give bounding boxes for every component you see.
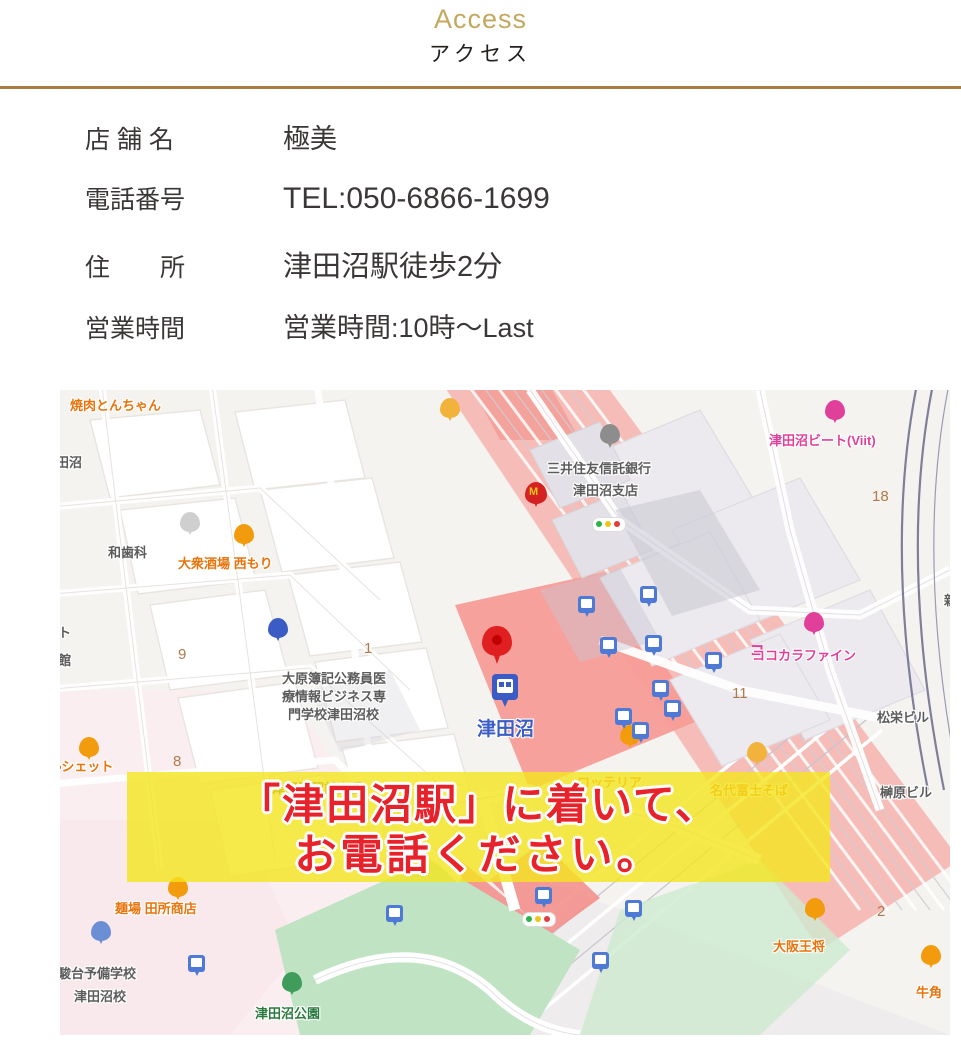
page-title-en: Access <box>433 4 528 34</box>
info-label: 店 舗 名 <box>85 125 174 154</box>
info-value: 津田沼駅徒歩2分 <box>283 250 503 283</box>
info-value-phone[interactable]: TEL:050-6866-1699 <box>283 182 550 216</box>
info-row-address: 住 所 津田沼駅徒歩2分 <box>85 243 961 285</box>
info-row-phone: 電話番号 TEL:050-6866-1699 <box>85 180 961 222</box>
page-header: Access アクセス <box>0 0 961 71</box>
map-canvas <box>60 390 950 1035</box>
location-map[interactable]: M ⊐ 焼肉とんちゃん 田沼 和歯科 大衆酒場 西もりト館 9 大原簿記公務員医 療情報ビジ… <box>60 390 950 1035</box>
info-row-shop-name: 店 舗 名 極美 <box>85 117 961 159</box>
header-divider <box>0 85 961 89</box>
info-label: 住 所 <box>85 253 186 282</box>
info-row-hours: 営業時間 営業時間:10時〜Last <box>85 306 961 348</box>
info-label: 営業時間 <box>85 314 186 343</box>
info-label: 電話番号 <box>85 185 186 214</box>
info-value: 営業時間:10時〜Last <box>283 312 534 343</box>
info-value: 極美 <box>283 123 337 154</box>
page-title-jp: アクセス <box>429 43 532 67</box>
shop-info-table: 店 舗 名 極美 電話番号 TEL:050-6866-1699 住 所 津田沼駅… <box>0 117 961 348</box>
